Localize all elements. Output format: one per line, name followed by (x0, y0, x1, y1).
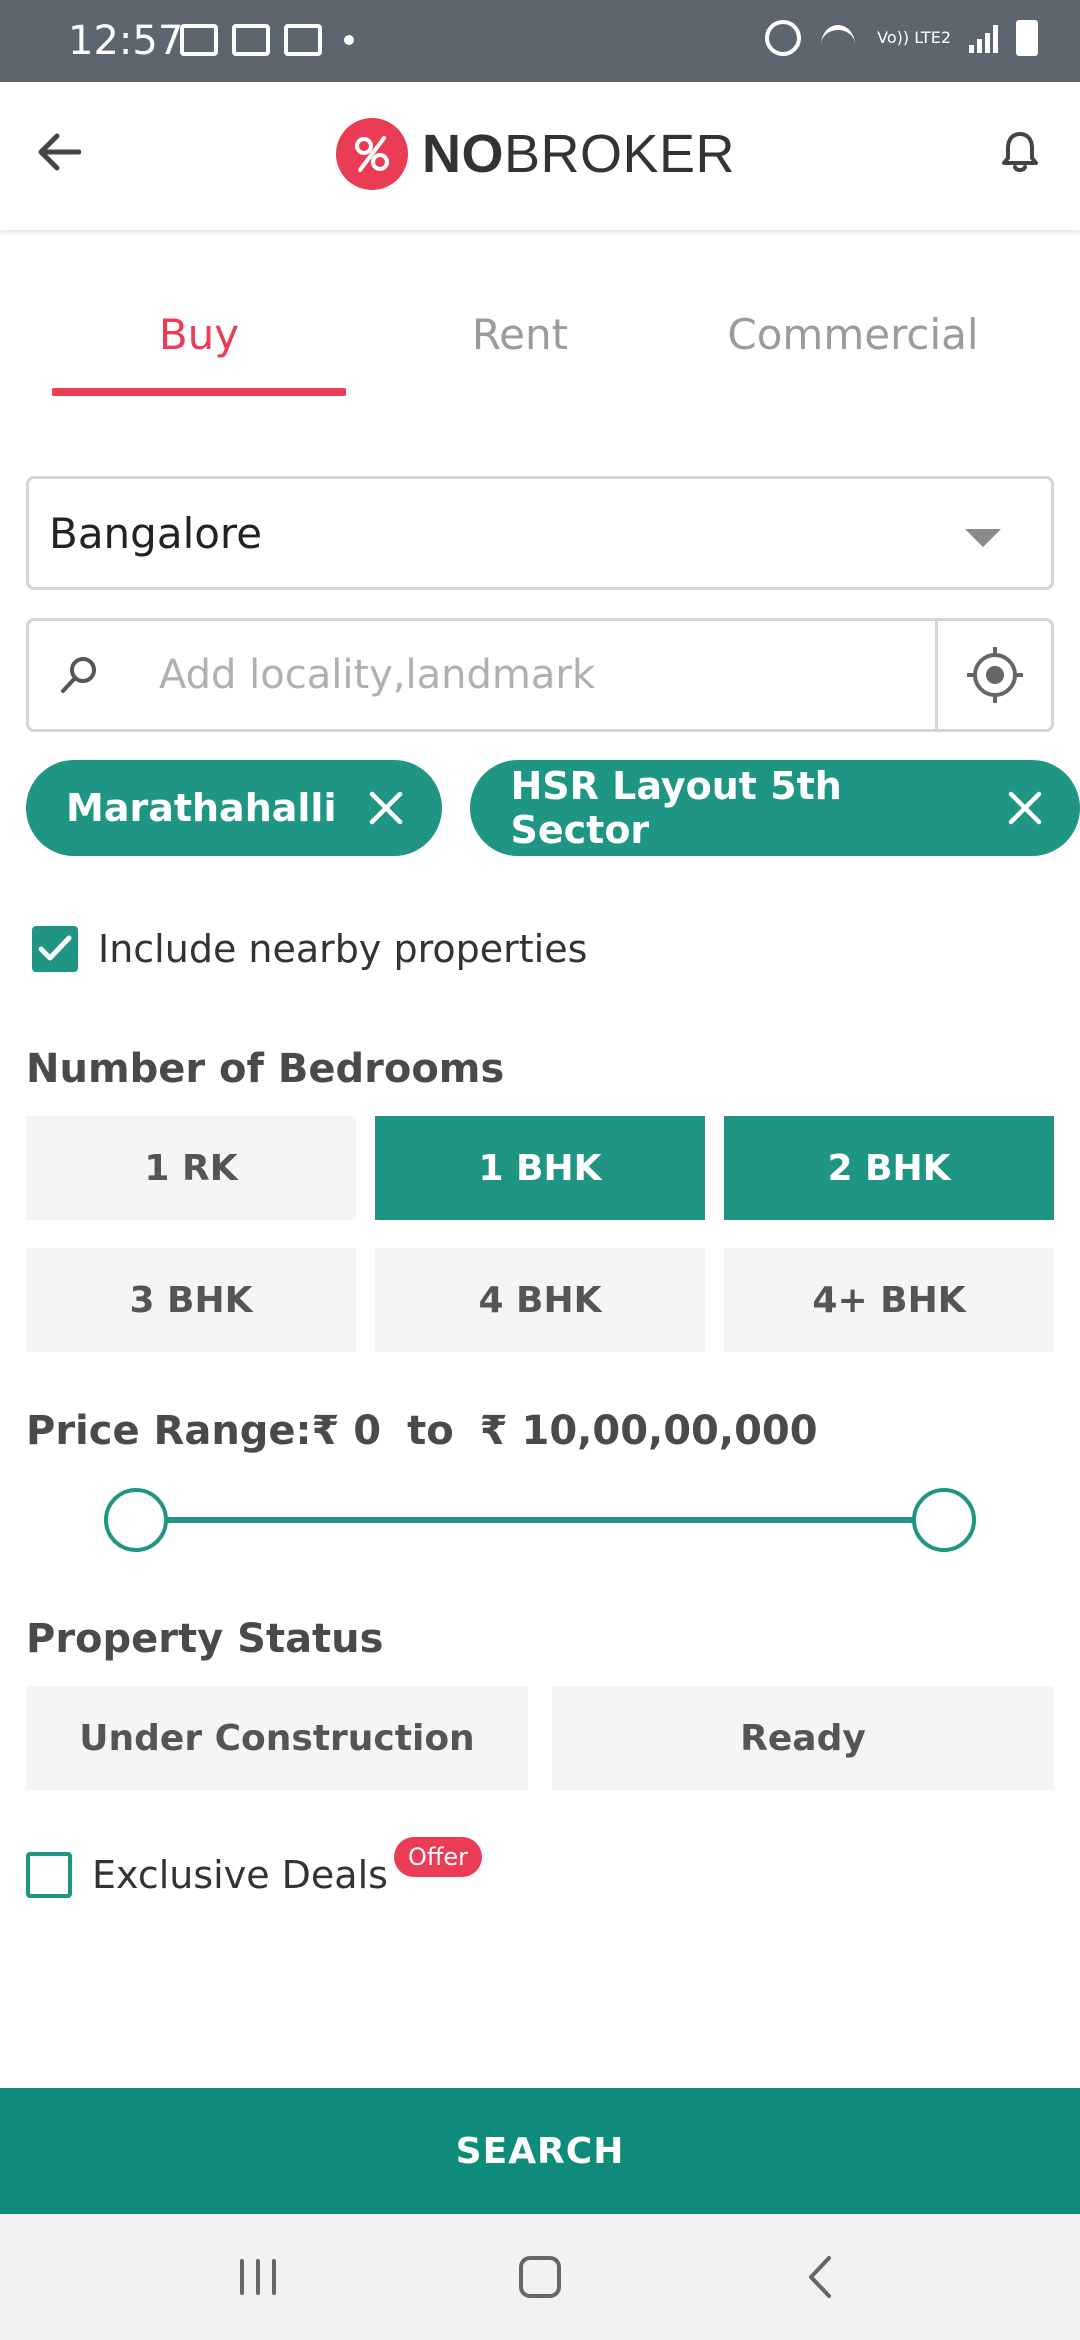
tab-rent[interactable]: Rent (400, 310, 640, 359)
battery-icon (1016, 20, 1038, 56)
slider-max-handle[interactable] (912, 1488, 976, 1552)
include-nearby-option[interactable]: Include nearby properties (32, 926, 587, 972)
price-range-prefix: Price Range: (26, 1408, 312, 1454)
price-range-slider[interactable] (104, 1488, 976, 1552)
slider-min-handle[interactable] (104, 1488, 168, 1552)
status-option-ready[interactable]: Ready (552, 1686, 1054, 1790)
logo-text: NOBROKER (422, 124, 736, 184)
status-bar: 12:57 Vo)) LTE2 (0, 0, 1080, 82)
caret-down-icon (965, 529, 1001, 547)
logo-mark-icon (336, 118, 408, 190)
close-icon (370, 791, 403, 825)
selected-localities: Marathahalli HSR Layout 5th Sector (26, 760, 1080, 856)
price-max-value: ₹ 10,00,00,000 (479, 1408, 818, 1454)
tab-buy[interactable]: Buy (52, 310, 346, 359)
locality-chip: HSR Layout 5th Sector (470, 760, 1080, 856)
property-status-heading: Property Status (26, 1616, 384, 1662)
bedrooms-options: 1 RK 1 BHK 2 BHK 3 BHK 4 BHK 4+ BHK (26, 1116, 1054, 1352)
property-status-options: Under Construction Ready (26, 1686, 1054, 1790)
locality-search-box (26, 618, 1054, 732)
include-nearby-label: Include nearby properties (98, 927, 588, 971)
status-notification-icons (180, 24, 354, 56)
locality-search-input[interactable] (129, 621, 935, 729)
search-icon (29, 621, 129, 729)
status-option-under-construction[interactable]: Under Construction (26, 1686, 528, 1790)
signal-icon (969, 23, 998, 53)
locate-icon (966, 647, 1023, 703)
chip-label: Marathahalli (66, 786, 337, 830)
bedroom-option-4plus-bhk[interactable]: 4+ BHK (724, 1248, 1054, 1352)
mail-icon (284, 24, 322, 56)
remove-chip-button[interactable] (1006, 788, 1044, 828)
include-nearby-checkbox[interactable] (32, 926, 78, 972)
bell-icon (1002, 132, 1038, 172)
current-location-button[interactable] (935, 621, 1051, 729)
exclusive-deals-checkbox[interactable] (26, 1852, 72, 1898)
bedroom-option-2bhk[interactable]: 2 BHK (724, 1116, 1054, 1220)
price-min-value: ₹ 0 (311, 1408, 382, 1454)
price-range-to: to (407, 1408, 454, 1454)
alarm-icon (765, 20, 802, 56)
bedroom-option-1bhk[interactable]: 1 BHK (375, 1116, 705, 1220)
listing-type-tabs: Buy Rent Commercial (0, 290, 1080, 400)
chevron-left-icon (809, 2256, 831, 2298)
locality-chip: Marathahalli (26, 760, 443, 856)
bedrooms-heading: Number of Bedrooms (26, 1046, 505, 1092)
notification-icon (232, 24, 270, 56)
home-button[interactable] (500, 2244, 580, 2310)
remove-chip-button[interactable] (366, 788, 406, 828)
app-bar: NOBROKER (0, 82, 1080, 230)
offer-badge: Offer (393, 1837, 483, 1877)
price-range-label: Price Range:₹ 0 to ₹ 10,00,00,000 (26, 1408, 818, 1454)
status-system-icons: Vo)) LTE2 (765, 20, 1038, 56)
bedroom-option-1rk[interactable]: 1 RK (26, 1116, 356, 1220)
exclusive-deals-label: Exclusive Deals (92, 1853, 388, 1897)
system-navigation-bar (0, 2214, 1080, 2340)
search-button[interactable]: SEARCH (0, 2088, 1080, 2214)
tab-commercial[interactable]: Commercial (700, 310, 1006, 359)
active-tab-indicator (52, 388, 346, 396)
close-icon (1008, 791, 1041, 825)
network-type-label: Vo)) LTE2 (877, 28, 951, 47)
slider-track (134, 1517, 946, 1523)
bedroom-option-3bhk[interactable]: 3 BHK (26, 1248, 356, 1352)
city-dropdown[interactable]: Bangalore (26, 476, 1054, 590)
notification-icon (180, 24, 218, 56)
exclusive-deals-option[interactable]: Exclusive Deals Offer (26, 1837, 483, 1898)
status-time: 12:57 (68, 18, 184, 64)
nobroker-logo: NOBROKER (336, 118, 735, 190)
recents-icon (240, 2259, 276, 2295)
wifi-icon (819, 21, 859, 55)
home-icon (519, 2256, 561, 2298)
recents-button[interactable] (218, 2244, 298, 2310)
notifications-button[interactable] (990, 122, 1050, 182)
back-button[interactable] (28, 122, 88, 182)
bedroom-option-4bhk[interactable]: 4 BHK (375, 1248, 705, 1352)
more-notifications-dot-icon (344, 35, 354, 45)
back-arrow-icon (38, 133, 81, 171)
back-nav-button[interactable] (780, 2244, 860, 2310)
city-value: Bangalore (49, 509, 263, 558)
chip-label: HSR Layout 5th Sector (510, 764, 842, 852)
check-icon (38, 935, 72, 961)
